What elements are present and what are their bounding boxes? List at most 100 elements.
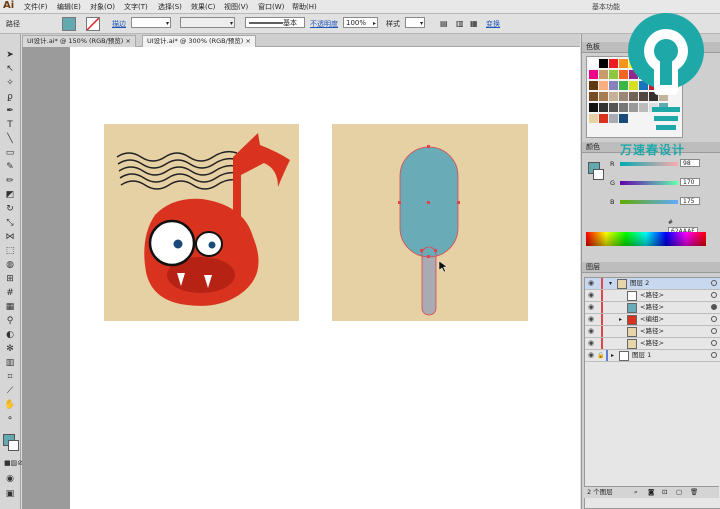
target-circle-icon[interactable]: [711, 340, 717, 346]
stroke-link[interactable]: 描边: [112, 19, 126, 29]
watermark-text: 万速春设计: [620, 143, 686, 157]
direct-selection-tool-icon[interactable]: ↖: [4, 64, 16, 74]
scale-tool-icon[interactable]: ⤡: [4, 218, 16, 228]
menu-edit[interactable]: 编辑(E): [57, 2, 81, 12]
color-mode-icon[interactable]: ■▨⊘: [4, 458, 23, 468]
gradient-tool-icon[interactable]: ▦: [4, 302, 16, 312]
tab-doc-150[interactable]: UI设计.ai* @ 150% (RGB/预览) ×: [22, 35, 136, 47]
menu-object[interactable]: 对象(O): [90, 2, 115, 12]
magic-wand-tool-icon[interactable]: ✧: [4, 78, 16, 88]
eyedropper-tool-icon[interactable]: ⚲: [4, 316, 16, 326]
mesh-tool-icon[interactable]: #: [4, 288, 16, 298]
line-tool-icon[interactable]: ╲: [4, 134, 16, 144]
pencil-tool-icon[interactable]: ✏: [4, 176, 16, 186]
screen-mode-icon[interactable]: ▣: [4, 489, 16, 499]
lock-icon[interactable]: 🔒: [597, 350, 604, 361]
menu-help[interactable]: 帮助(H): [292, 2, 317, 12]
green-value-input[interactable]: 170: [680, 178, 700, 186]
layer-row-group[interactable]: ◉ ▸ <编组>: [585, 314, 720, 326]
tools-panel: ➤ ↖ ✧ ϼ ✒ T ╲ ▭ ✎ ✏ ◩ ↻ ⤡ ⋈ ⬚ ◍ ⊞ # ▦ ⚲ …: [0, 34, 23, 509]
visibility-eye-icon[interactable]: ◉: [588, 314, 594, 325]
selection-tool-icon[interactable]: ➤: [4, 50, 16, 60]
visibility-eye-icon[interactable]: ◉: [588, 302, 594, 313]
brush-dropdown[interactable]: 基本: [245, 17, 305, 28]
delete-layer-icon[interactable]: 🗑: [690, 487, 698, 498]
collapse-triangle-icon[interactable]: ▸: [619, 314, 622, 325]
new-sublayer-icon[interactable]: ⊡: [662, 487, 667, 498]
zoom-tool-icon[interactable]: ⚬: [4, 414, 16, 424]
menu-select[interactable]: 选择(S): [158, 2, 182, 12]
width-tool-icon[interactable]: ⋈: [4, 232, 16, 242]
canvas-area[interactable]: [22, 47, 580, 509]
rotate-tool-icon[interactable]: ↻: [4, 204, 16, 214]
layer-row-path-4[interactable]: ◉ <路径>: [585, 338, 720, 350]
rectangle-tool-icon[interactable]: ▭: [4, 148, 16, 158]
color-spectrum[interactable]: [586, 232, 706, 246]
stroke-weight-dropdown[interactable]: ▾: [131, 17, 171, 28]
target-circle-icon[interactable]: [711, 328, 717, 334]
watermark-logo: [628, 13, 704, 130]
app-logo: Ai: [3, 0, 15, 11]
target-circle-icon[interactable]: [711, 280, 717, 286]
target-circle-icon[interactable]: [711, 316, 717, 322]
shape-builder-tool-icon[interactable]: ◍: [4, 260, 16, 270]
collapse-triangle-icon[interactable]: ▸: [611, 350, 614, 361]
stroke-line-icon: [249, 22, 283, 24]
layer-row-path-1[interactable]: ◉ <路径>: [585, 290, 720, 302]
locate-object-icon[interactable]: ⌕: [634, 487, 638, 498]
pen-tool-icon[interactable]: ✒: [4, 106, 16, 116]
layer-row-path-2[interactable]: ◉ <路径>: [585, 302, 720, 314]
target-circle-icon[interactable]: [711, 352, 717, 358]
perspective-grid-tool-icon[interactable]: ⊞: [4, 274, 16, 284]
slice-tool-icon[interactable]: ⟋: [4, 386, 16, 396]
visibility-eye-icon[interactable]: ◉: [588, 326, 594, 337]
opacity-link[interactable]: 不透明度: [310, 19, 338, 29]
variable-width-dropdown[interactable]: ▾: [180, 17, 235, 28]
menu-file[interactable]: 文件(F): [24, 2, 48, 12]
menu-effect[interactable]: 效果(C): [191, 2, 215, 12]
transform-link[interactable]: 变换: [486, 19, 500, 29]
layer-row-1[interactable]: ◉ 🔒 ▸ 图层 1: [585, 350, 720, 362]
new-layer-icon[interactable]: ▢: [676, 487, 682, 498]
align-center-icon[interactable]: ▥: [456, 19, 464, 28]
layers-panel-header[interactable]: 图层: [582, 262, 720, 273]
free-transform-tool-icon[interactable]: ⬚: [4, 246, 16, 256]
menu-window[interactable]: 窗口(W): [258, 2, 284, 12]
symbol-sprayer-tool-icon[interactable]: ✻: [4, 344, 16, 354]
target-circle-icon[interactable]: [711, 304, 717, 310]
clipping-mask-icon[interactable]: ◙: [648, 487, 654, 498]
layer-row-2[interactable]: ◉ ▾ 图层 2: [585, 278, 720, 290]
layer-row-path-3[interactable]: ◉ <路径>: [585, 326, 720, 338]
menu-view[interactable]: 视图(V): [224, 2, 248, 12]
align-icon[interactable]: ▤: [440, 19, 448, 28]
blue-slider[interactable]: B 175: [610, 197, 705, 206]
target-circle-icon[interactable]: [711, 292, 717, 298]
visibility-eye-icon[interactable]: ◉: [588, 278, 594, 289]
opacity-input[interactable]: 100% ▸: [343, 17, 378, 28]
blue-value-input[interactable]: 175: [680, 197, 700, 205]
visibility-eye-icon[interactable]: ◉: [588, 338, 594, 349]
graph-tool-icon[interactable]: ▥: [4, 358, 16, 368]
menu-type[interactable]: 文字(T): [124, 2, 148, 12]
visibility-eye-icon[interactable]: ◉: [588, 350, 594, 361]
type-tool-icon[interactable]: T: [4, 120, 16, 130]
blend-tool-icon[interactable]: ◐: [4, 330, 16, 340]
style-dropdown[interactable]: ▾: [405, 17, 425, 28]
align-right-icon[interactable]: ▦: [470, 19, 478, 28]
draw-mode-icon[interactable]: ◉: [4, 474, 16, 484]
artboard-tool-icon[interactable]: ⌗: [4, 372, 16, 382]
lasso-tool-icon[interactable]: ϼ: [4, 92, 16, 102]
paintbrush-tool-icon[interactable]: ✎: [4, 162, 16, 172]
expand-triangle-icon[interactable]: ▾: [609, 278, 612, 289]
hand-tool-icon[interactable]: ✋: [4, 400, 16, 410]
document-tabs: UI设计.ai* @ 150% (RGB/预览) × UI设计.ai* @ 30…: [22, 34, 580, 47]
visibility-eye-icon[interactable]: ◉: [588, 290, 594, 301]
green-slider[interactable]: G 170: [610, 178, 705, 187]
stroke-swatch[interactable]: [86, 17, 100, 31]
color-stroke-indicator[interactable]: [593, 169, 604, 180]
hex-field[interactable]: # 62AAAF: [668, 218, 704, 236]
stroke-color-icon[interactable]: [8, 440, 19, 451]
eraser-tool-icon[interactable]: ◩: [4, 190, 16, 200]
tab-doc-300[interactable]: UI设计.ai* @ 300% (RGB/预览) ×: [142, 35, 256, 47]
fill-swatch[interactable]: [62, 17, 76, 31]
